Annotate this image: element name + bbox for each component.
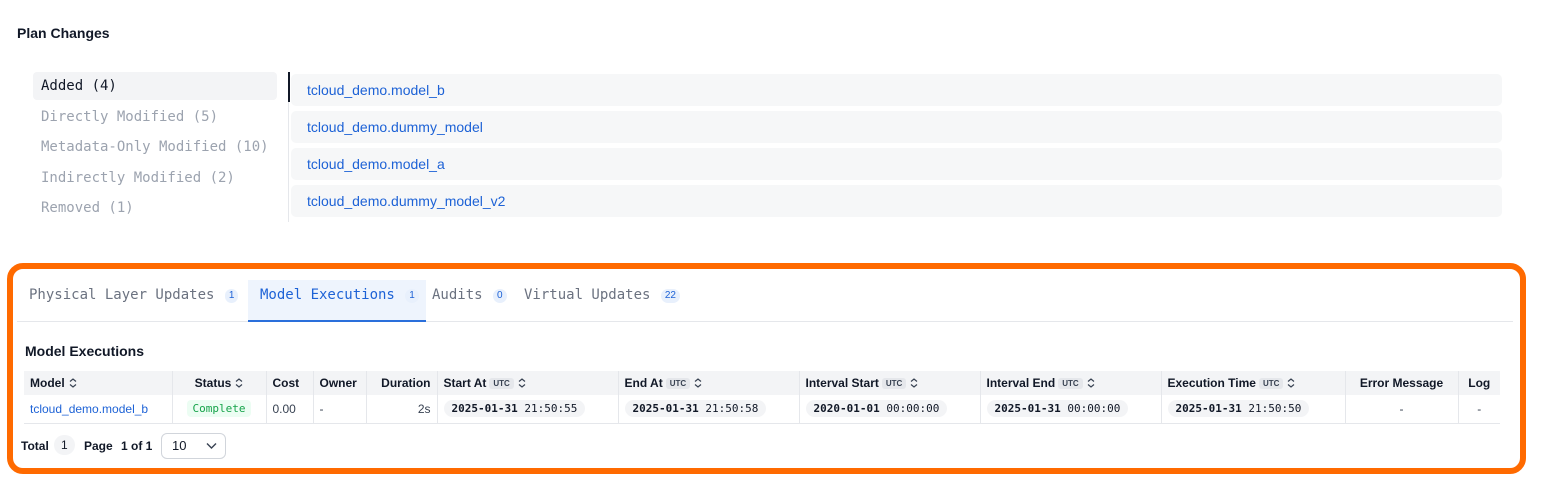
table-header-row: Model Status Cost Owner Duration Start A… bbox=[24, 371, 1500, 395]
model-link[interactable]: tcloud_demo.model_b bbox=[30, 402, 148, 416]
nav-item-added[interactable]: Added (4) bbox=[33, 72, 277, 100]
column-header-execution-time[interactable]: Execution Time UTC bbox=[1160, 371, 1345, 395]
cell-owner: - bbox=[312, 395, 366, 424]
sort-icon[interactable] bbox=[518, 378, 526, 388]
model-link[interactable]: tcloud_demo.dummy_model_v2 bbox=[307, 193, 505, 209]
cell-error-message: - bbox=[1344, 395, 1458, 424]
tab-label: Audits bbox=[432, 287, 483, 303]
cell-interval-start: 2020-01-01 00:00:00 bbox=[798, 395, 980, 424]
total-label: Total bbox=[21, 439, 49, 453]
cell-start-at: 2025-01-31 21:50:55 bbox=[436, 395, 618, 424]
column-header-log: Log bbox=[1457, 371, 1500, 395]
tab-count-badge: 0 bbox=[493, 289, 507, 303]
utc-badge: UTC bbox=[1058, 378, 1083, 389]
timestamp-pill: 2025-01-31 21:50:55 bbox=[443, 400, 586, 418]
cell-duration: 2s bbox=[365, 395, 437, 424]
column-header-duration: Duration bbox=[365, 371, 437, 395]
sort-icon[interactable] bbox=[694, 378, 702, 388]
tab-label: Physical Layer Updates bbox=[29, 287, 215, 303]
column-header-interval-start[interactable]: Interval Start UTC bbox=[798, 371, 980, 395]
table-row: tcloud_demo.model_b Complete 0.00 - 2s 2… bbox=[24, 395, 1500, 424]
page-indicator: 1 of 1 bbox=[121, 439, 153, 453]
page-size-select[interactable]: 10 bbox=[161, 433, 226, 459]
cell-model: tcloud_demo.model_b bbox=[24, 395, 172, 424]
nav-item-removed[interactable]: Removed (1) bbox=[33, 194, 277, 222]
tab-count-badge: 1 bbox=[224, 289, 239, 303]
timestamp-pill: 2025-01-31 00:00:00 bbox=[986, 400, 1129, 418]
column-header-error-message: Error Message bbox=[1344, 371, 1458, 395]
list-item[interactable]: tcloud_demo.model_a bbox=[291, 148, 1502, 180]
column-header-owner: Owner bbox=[312, 371, 366, 395]
utc-badge: UTC bbox=[881, 378, 907, 389]
cell-end-at: 2025-01-31 21:50:58 bbox=[617, 395, 799, 424]
nav-item-metadata-only-modified[interactable]: Metadata-Only Modified (10) bbox=[33, 133, 277, 161]
tab-count-badge: 22 bbox=[660, 289, 680, 303]
tab-model-executions[interactable]: Model Executions 1 bbox=[248, 280, 426, 322]
tab-virtual-updates[interactable]: Virtual Updates 22 bbox=[512, 280, 687, 322]
column-header-cost: Cost bbox=[265, 371, 313, 395]
cell-status: Complete bbox=[171, 395, 266, 424]
status-badge: Complete bbox=[186, 400, 252, 418]
sort-icon[interactable] bbox=[1087, 378, 1095, 388]
tab-label: Model Executions bbox=[260, 287, 395, 303]
list-item[interactable]: tcloud_demo.dummy_model bbox=[291, 111, 1502, 143]
executions-table: Model Status Cost Owner Duration Start A… bbox=[24, 371, 1500, 424]
list-item[interactable]: tcloud_demo.dummy_model_v2 bbox=[291, 185, 1502, 217]
page-title: Plan Changes bbox=[17, 25, 110, 41]
tab-label: Virtual Updates bbox=[524, 287, 651, 303]
change-category-nav: Added (4) Directly Modified (5) Metadata… bbox=[33, 72, 277, 225]
page-size-value: 10 bbox=[172, 438, 187, 453]
tab-bar: Physical Layer Updates 1 Model Execution… bbox=[17, 280, 1513, 322]
nav-item-indirectly-modified[interactable]: Indirectly Modified (2) bbox=[33, 164, 277, 192]
sort-icon[interactable] bbox=[69, 378, 77, 388]
section-title: Model Executions bbox=[25, 343, 145, 359]
total-count: 1 bbox=[54, 435, 75, 455]
timestamp-pill: 2025-01-31 21:50:50 bbox=[1167, 400, 1310, 418]
column-header-start-at[interactable]: Start At UTC bbox=[436, 371, 618, 395]
sort-icon[interactable] bbox=[235, 378, 243, 388]
utc-badge: UTC bbox=[665, 378, 691, 389]
chevron-down-icon bbox=[206, 443, 217, 449]
model-link[interactable]: tcloud_demo.dummy_model bbox=[307, 119, 483, 135]
timestamp-pill: 2020-01-01 00:00:00 bbox=[805, 400, 948, 418]
model-link[interactable]: tcloud_demo.model_b bbox=[307, 82, 445, 98]
cell-interval-end: 2025-01-31 00:00:00 bbox=[979, 395, 1161, 424]
utc-badge: UTC bbox=[1258, 378, 1284, 389]
column-header-status[interactable]: Status bbox=[171, 371, 266, 395]
cell-cost: 0.00 bbox=[265, 395, 313, 424]
changed-model-list: tcloud_demo.model_b tcloud_demo.dummy_mo… bbox=[288, 72, 1502, 222]
tab-physical-layer-updates[interactable]: Physical Layer Updates 1 bbox=[17, 280, 245, 322]
tab-audits[interactable]: Audits 0 bbox=[420, 280, 514, 322]
nav-item-directly-modified[interactable]: Directly Modified (5) bbox=[33, 103, 277, 131]
timestamp-pill: 2025-01-31 21:50:58 bbox=[624, 400, 767, 418]
cell-execution-time: 2025-01-31 21:50:50 bbox=[1160, 395, 1345, 424]
tab-count-badge: 1 bbox=[405, 289, 419, 303]
list-item[interactable]: tcloud_demo.model_b bbox=[291, 74, 1502, 106]
cell-log: - bbox=[1457, 395, 1500, 424]
page-label: Page bbox=[84, 439, 113, 453]
column-header-interval-end[interactable]: Interval End UTC bbox=[979, 371, 1161, 395]
utc-badge: UTC bbox=[489, 378, 514, 389]
active-indicator bbox=[288, 72, 290, 102]
column-header-end-at[interactable]: End At UTC bbox=[617, 371, 799, 395]
column-header-model[interactable]: Model bbox=[24, 371, 172, 395]
model-link[interactable]: tcloud_demo.model_a bbox=[307, 156, 445, 172]
sort-icon[interactable] bbox=[910, 378, 918, 388]
sort-icon[interactable] bbox=[1287, 378, 1295, 388]
